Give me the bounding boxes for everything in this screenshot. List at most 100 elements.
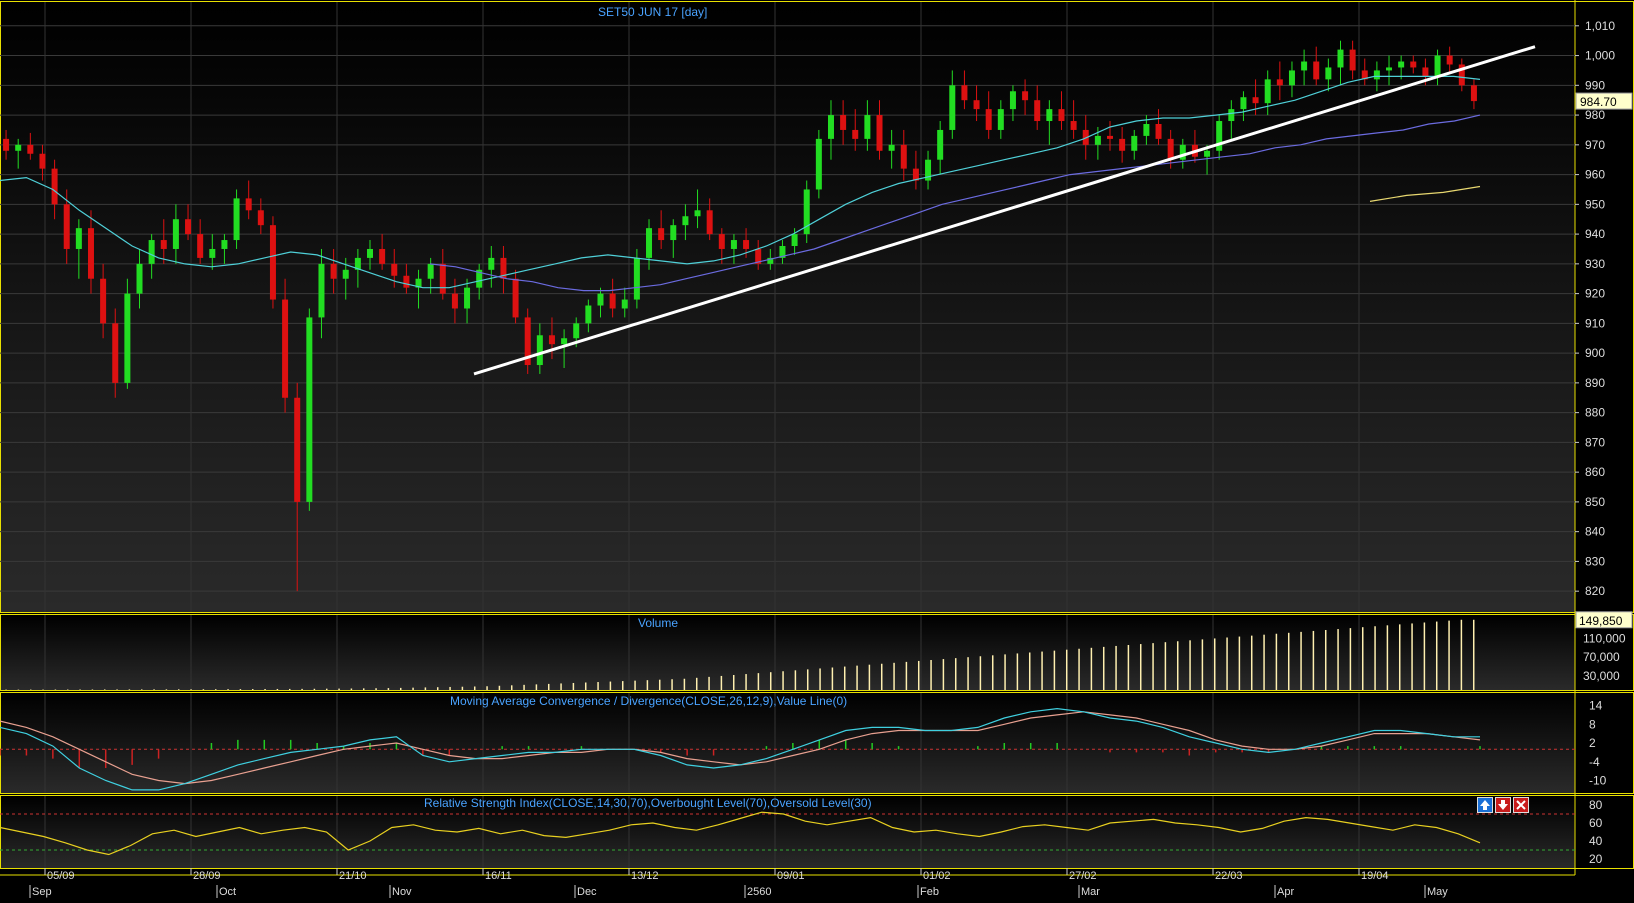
macd-y-tick-label: 8 [1589,717,1596,731]
price-y-tick-label: 890 [1585,376,1605,390]
price-y-tick-label: 920 [1585,287,1605,301]
candle-body [100,278,107,324]
candle-body [840,115,847,130]
price-y-tick-label: 850 [1585,495,1605,509]
candle-body [1422,67,1429,77]
candle-body [269,225,276,300]
candle-body [403,275,410,288]
candle-body [1240,97,1247,110]
candle-body [330,263,337,279]
rsi-y-tick-label: 60 [1589,816,1603,830]
candle-body [185,219,192,235]
candle-body [27,144,34,154]
volume-title: Volume [638,616,679,630]
move-down-button[interactable] [1495,797,1511,813]
candle-body [148,240,155,264]
candle-body [1446,55,1453,65]
candle-body [888,144,895,151]
price-y-tick-label: 1,010 [1585,19,1615,33]
candle-body [209,248,216,258]
candle-body [706,210,713,235]
candle-body [1034,100,1041,122]
candle-body [1386,67,1393,71]
candle-body [1434,55,1441,77]
x-tick-label-bottom: Feb [920,886,939,898]
x-tick-label-bottom: Nov [392,886,412,898]
candle-body [1313,61,1320,80]
price-y-tick-label: 1,000 [1585,49,1615,63]
candle-body [561,338,568,345]
candle-body [1009,91,1016,110]
candle-body [1228,109,1235,122]
x-tick-label-top: 16/11 [485,870,512,882]
candle-body [15,144,22,151]
candle-body [1046,109,1053,122]
pane-background [0,693,1575,793]
candle-body [112,323,119,383]
price-y-tick-label: 970 [1585,138,1605,152]
candle-body [852,129,859,139]
candle-body [1022,91,1029,101]
candle-body [864,115,871,139]
price-y-tick-label: 940 [1585,227,1605,241]
candle-body [633,257,640,300]
candle-body [1410,61,1417,68]
candle-body [815,138,822,190]
candle-body [63,204,70,249]
candle-body [1094,135,1101,145]
candle-body [658,228,665,241]
candle-body [172,219,179,249]
candle-body [1131,135,1138,151]
candle-body [694,210,701,217]
price-y-tick-label: 870 [1585,435,1605,449]
x-tick-label-bottom: Apr [1277,886,1294,898]
price-y-tick-label: 830 [1585,554,1605,568]
close-icon [1516,800,1526,810]
candle-body [961,85,968,101]
x-tick-label-top: 21/10 [339,870,367,882]
candle-body [1349,49,1356,71]
x-tick-label-top: 22/03 [1215,870,1243,882]
candle-body [718,234,725,249]
candle-body [233,198,240,241]
price-y-tick-label: 980 [1585,108,1605,122]
candle-body [257,210,264,226]
candle-body [536,335,543,366]
x-tick-label-bottom: Mar [1081,886,1100,898]
arrow-up-icon [1480,800,1490,810]
macd-y-tick-label: -10 [1589,774,1607,788]
price-chart-title: SET50 JUN 17 [day] [598,5,708,19]
price-y-tick-label: 900 [1585,346,1605,360]
arrow-down-icon [1498,800,1508,810]
candle-body [573,323,580,339]
candle-body [985,109,992,130]
candle-body [379,248,386,264]
macd-title: Moving Average Convergence / Divergence(… [450,694,848,708]
candle-body [160,240,167,249]
candle-body [367,248,373,258]
x-tick-label-top: 13/12 [631,870,659,882]
candle-body [1058,109,1065,122]
chart-window: 1,010 1,000 990 980 970 960 950 940 930 920 910 900… [0,0,1634,898]
candle-body [124,293,131,383]
candle-body [294,397,301,502]
close-panel-button[interactable] [1513,797,1529,813]
price-y-tick-label: 840 [1585,525,1605,539]
candle-body [1204,150,1211,157]
candle-body [464,287,471,309]
candle-body [1337,49,1344,68]
candle-body [1470,85,1477,102]
price-y-tick-label: 950 [1585,197,1605,211]
candle-body [1301,61,1308,71]
candle-body [876,115,883,151]
candle-body [306,317,313,502]
candle-body [548,335,555,345]
candle-body [730,240,737,249]
move-up-button[interactable] [1477,797,1493,813]
last-price-label: 984.70 [1580,95,1617,109]
price-y-tick-label: 990 [1585,78,1605,92]
volume-y-tick-label: 30,000 [1583,669,1620,683]
candle-body [900,144,907,169]
candle-body [1252,97,1259,104]
x-tick-label-top: 09/01 [777,870,805,882]
